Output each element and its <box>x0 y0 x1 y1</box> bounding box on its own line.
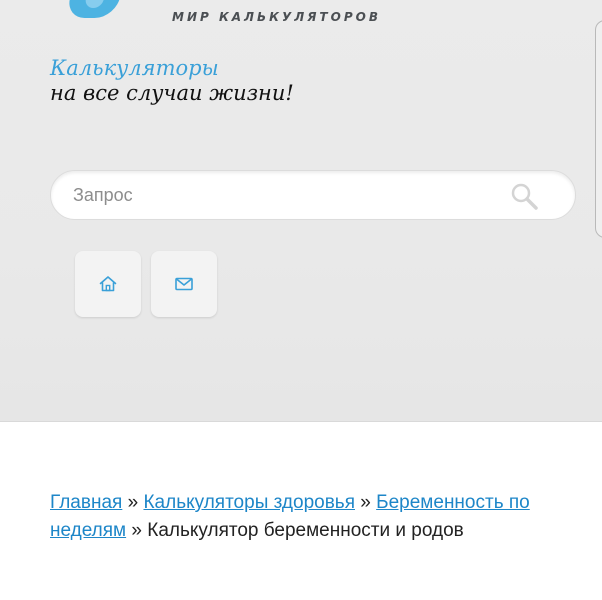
tagline-line-2: на все случаи жизни! <box>50 81 294 105</box>
breadcrumb-link-home[interactable]: Главная <box>50 492 122 513</box>
site-logo[interactable]: calcbox МИР КАЛЬКУЛЯТОРОВ <box>66 0 400 28</box>
home-button[interactable] <box>75 251 141 317</box>
breadcrumb-separator: » <box>131 520 142 541</box>
tagline-line-1: Калькуляторы <box>50 56 219 80</box>
site-tagline: Калькуляторы на все случаи жизни! <box>50 56 294 106</box>
logo-mark <box>66 0 124 18</box>
breadcrumb-current: Калькулятор беременности и родов <box>147 520 464 541</box>
breadcrumb-link-health-calculators[interactable]: Калькуляторы здоровья <box>143 492 355 513</box>
search-input[interactable] <box>73 171 493 219</box>
mail-icon <box>175 277 193 291</box>
contact-button[interactable] <box>151 251 217 317</box>
search-box <box>50 170 576 220</box>
breadcrumb-separator: » <box>360 492 371 513</box>
breadcrumb: Главная » Калькуляторы здоровья » Береме… <box>50 489 560 545</box>
search-icon[interactable] <box>509 181 539 211</box>
logo-wordmark: calcbox <box>144 0 322 6</box>
site-header: calcbox МИР КАЛЬКУЛЯТОРОВ Калькуляторы н… <box>0 0 602 422</box>
logo-subtitle: МИР КАЛЬКУЛЯТОРОВ <box>172 10 381 24</box>
home-icon <box>99 276 117 292</box>
side-panel-edge <box>595 20 602 238</box>
breadcrumb-separator: » <box>127 492 139 513</box>
